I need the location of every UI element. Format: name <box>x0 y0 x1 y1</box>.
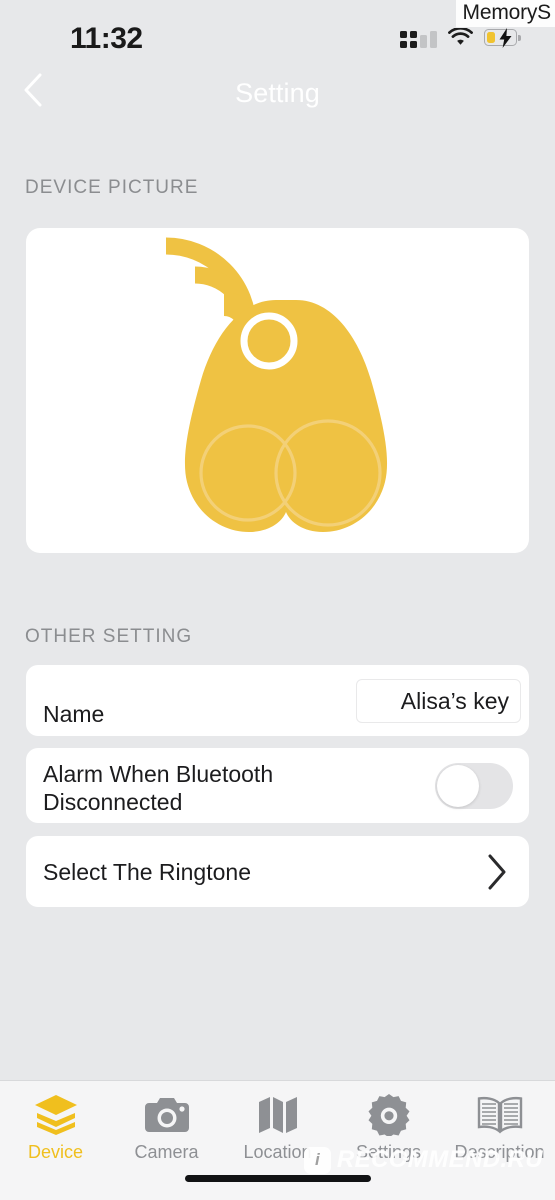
page-title: Setting <box>235 77 320 108</box>
section-label-device-picture: DEVICE PICTURE <box>25 177 199 198</box>
navigation-bar: Setting <box>0 62 555 124</box>
battery-charging-icon <box>484 28 521 48</box>
section-label-other-setting: OTHER SETTING <box>25 626 193 647</box>
row-alarm-when-bluetooth-disconnected[interactable]: Alarm When Bluetooth Disconnected <box>26 748 529 823</box>
cellular-signal-icon <box>400 27 437 48</box>
alarm-label: Alarm When Bluetooth Disconnected <box>43 761 274 815</box>
site-watermark: i RECOMMEND.RU <box>303 1146 543 1174</box>
tab-device-label: Device <box>27 1142 84 1162</box>
tab-camera[interactable]: Camera <box>111 1081 222 1173</box>
tab-camera-label: Camera <box>134 1142 199 1162</box>
row-select-ringtone[interactable]: Select The Ringtone <box>26 836 529 907</box>
status-bar-indicators <box>400 26 521 48</box>
home-indicator[interactable] <box>184 1175 371 1182</box>
alarm-toggle-knob <box>437 764 479 807</box>
alarm-toggle[interactable] <box>435 762 513 809</box>
chevron-right-icon <box>485 853 509 891</box>
device-name-label: Name <box>43 701 105 727</box>
device-picture-card[interactable] <box>26 228 529 553</box>
gear-icon <box>368 1093 410 1137</box>
tracker-body <box>184 300 388 532</box>
bluetooth-tracker-illustration <box>165 237 388 532</box>
watermark-badge-icon: i <box>303 1146 331 1174</box>
bottom-tab-bar: Device Camera Location Settings Descript… <box>0 1080 555 1200</box>
camera-icon <box>144 1093 189 1137</box>
open-book-icon <box>477 1093 523 1137</box>
tab-device[interactable]: Device <box>0 1081 111 1173</box>
status-bar-time: 11:32 <box>70 22 143 55</box>
app-screen: 11:32 MemoryS Setting DEVICE PICTURE OTH… <box>0 0 555 1200</box>
watermark-text: RECOMMEND.RU <box>336 1146 543 1173</box>
ringtone-label: Select The Ringtone <box>43 858 251 885</box>
wifi-icon <box>448 26 473 47</box>
device-name-input[interactable]: Alisa’s key <box>356 679 521 723</box>
tab-location-label: Location <box>243 1142 312 1162</box>
map-icon <box>258 1093 298 1137</box>
screen-recording-overlay-text: MemoryS <box>455 0 555 27</box>
row-device-name[interactable]: Name Alisa’s key <box>26 665 529 736</box>
status-bar: 11:32 MemoryS <box>0 0 555 62</box>
layers-icon <box>33 1093 79 1137</box>
